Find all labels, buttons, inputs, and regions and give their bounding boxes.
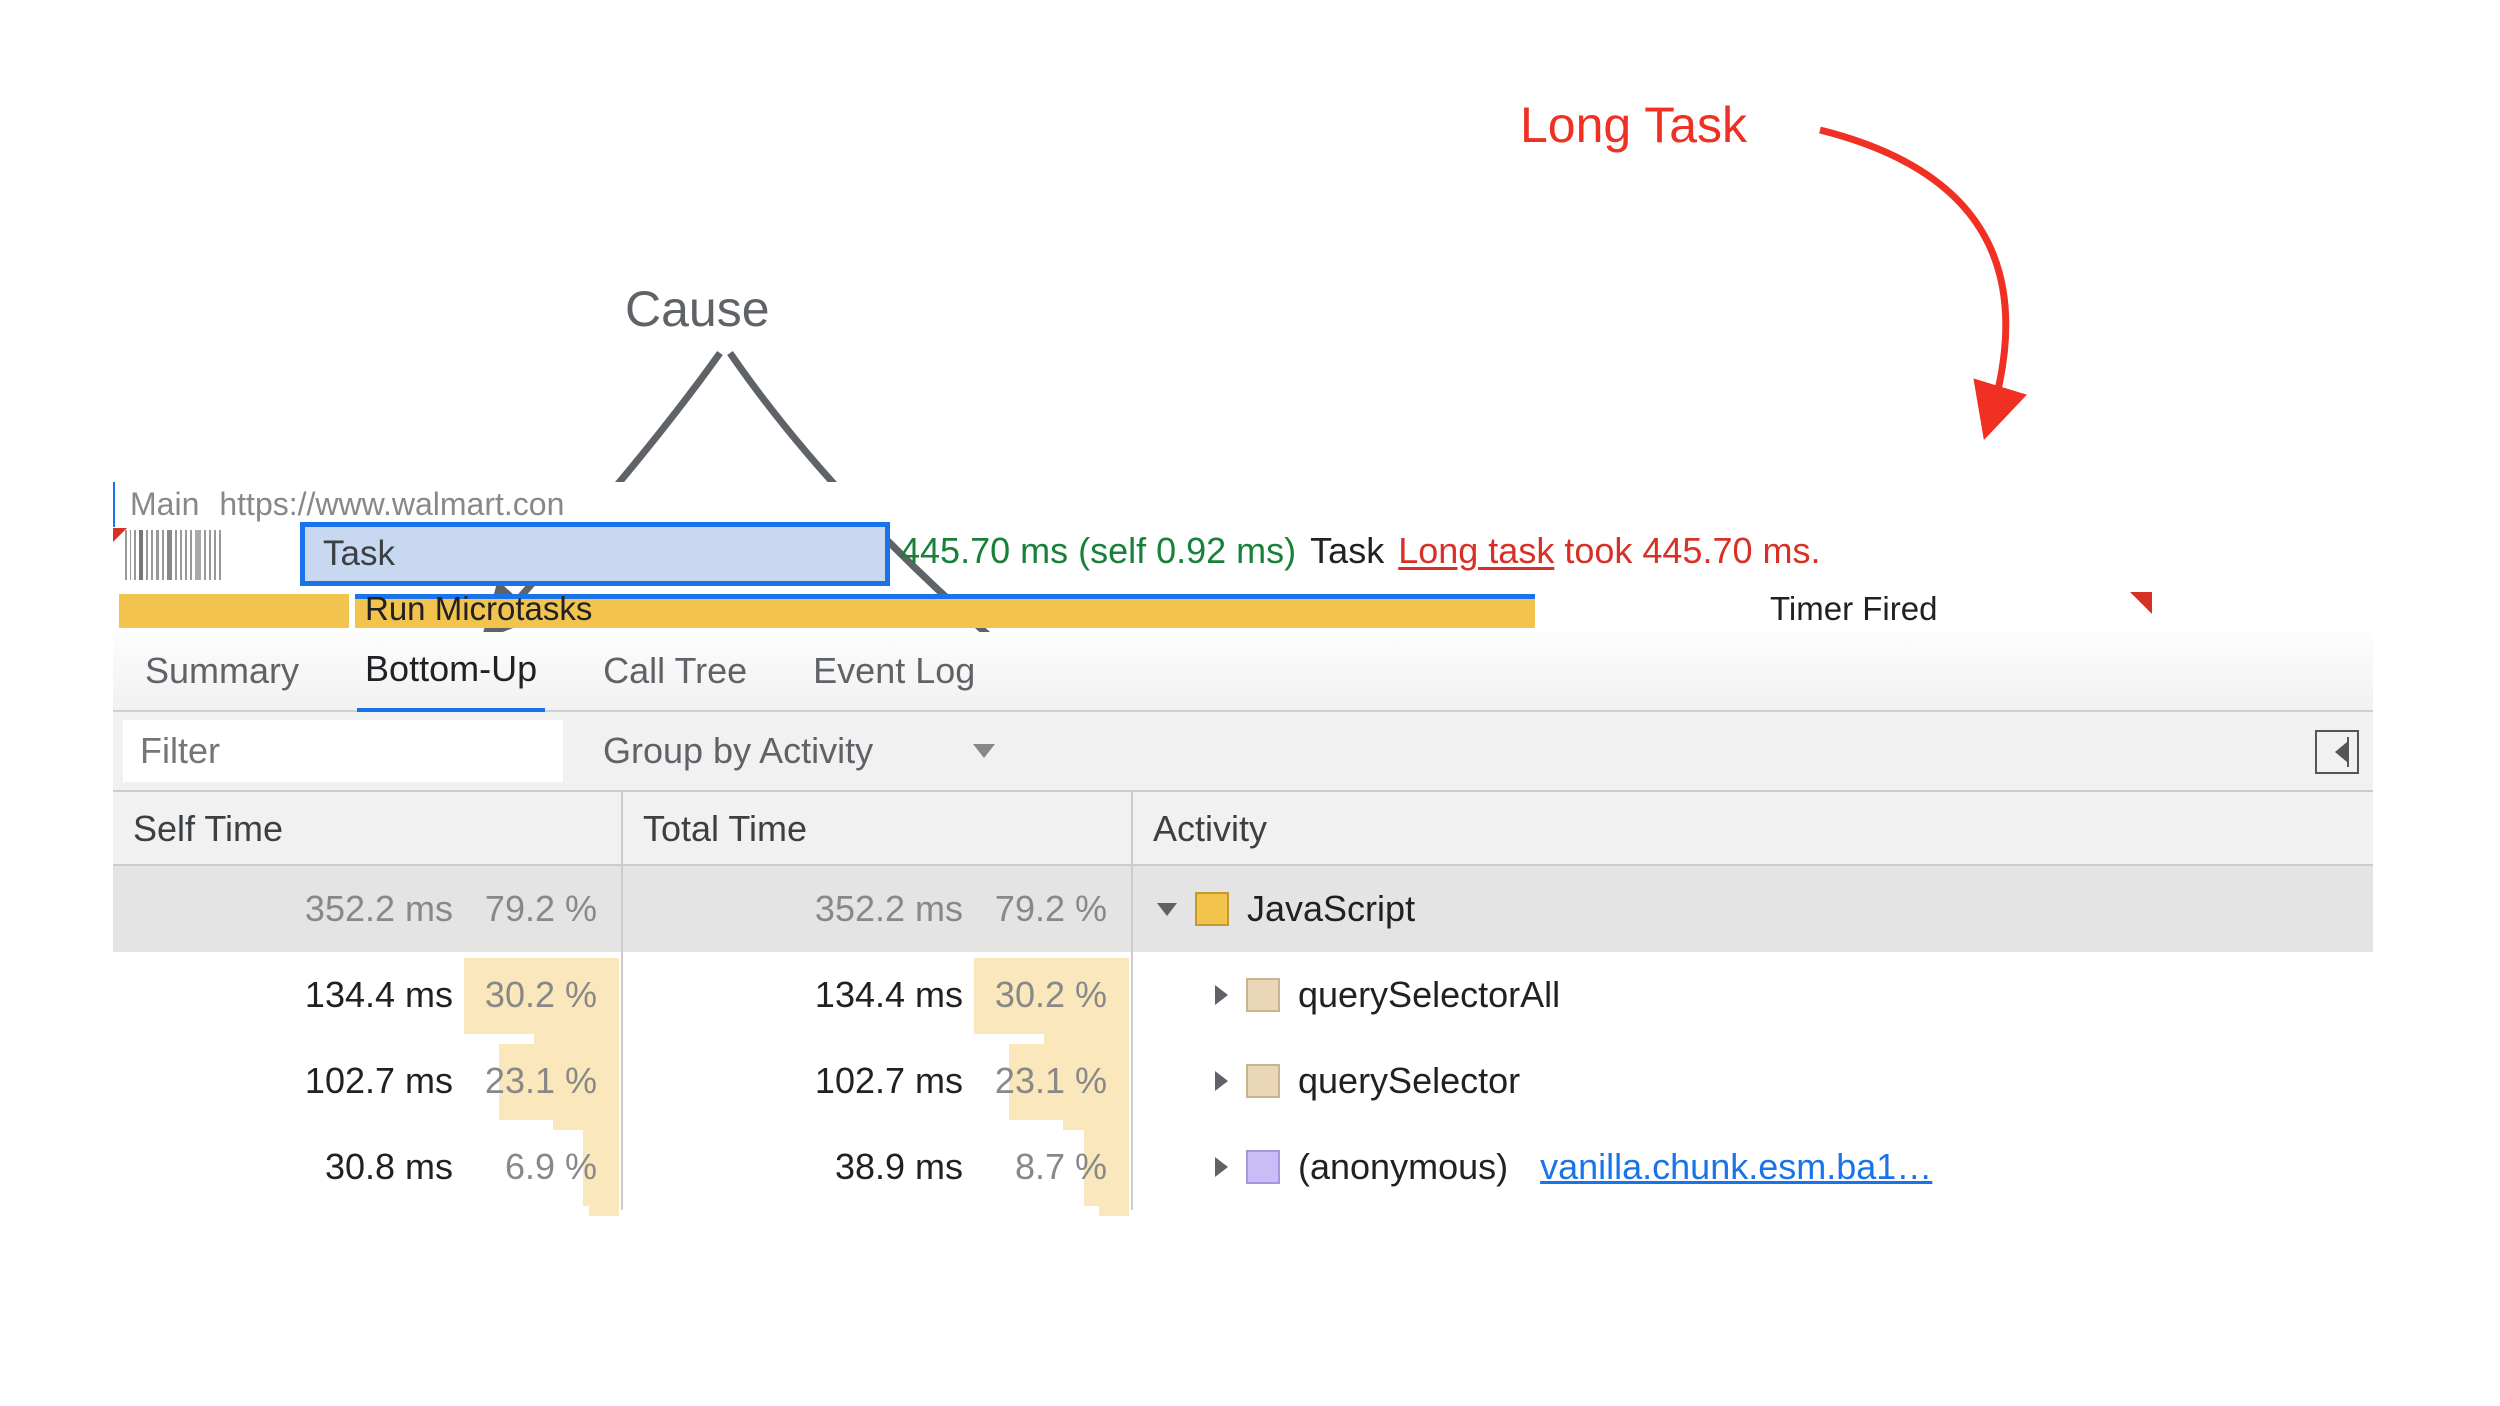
long-task-link[interactable]: Long task	[1398, 530, 1554, 571]
chevron-down-icon	[973, 744, 995, 758]
filter-toolbar: Group by Activity	[113, 712, 2373, 792]
annotation-long-task-label: Long Task	[1520, 96, 1747, 154]
task-tooltip: 445.70 ms (self 0.92 ms) Task Long task …	[900, 530, 1820, 572]
disclosure-right-icon[interactable]	[1215, 985, 1228, 1005]
main-track-label: Main	[130, 486, 199, 523]
total-time-value: 38.9 ms	[835, 1146, 971, 1188]
self-time-value: 134.4 ms	[305, 974, 461, 1016]
task-bar-label: Task	[323, 534, 395, 574]
disclosure-down-icon[interactable]	[1157, 903, 1177, 916]
total-time-value: 102.7 ms	[815, 1060, 971, 1102]
total-time-pct: 30.2 %	[971, 974, 1131, 1016]
self-time-pct: 30.2 %	[461, 974, 621, 1016]
timer-fired-label: Timer Fired	[1770, 590, 1937, 628]
annotation-cause-label: Cause	[625, 280, 770, 338]
self-time-value: 102.7 ms	[305, 1060, 461, 1102]
activity-name: JavaScript	[1247, 888, 1415, 930]
activity-name: querySelectorAll	[1298, 974, 1560, 1016]
column-header-activity[interactable]: Activity	[1133, 792, 2373, 864]
table-row[interactable]: 134.4 ms30.2 %134.4 ms30.2 %querySelecto…	[113, 952, 2373, 1038]
tab-bottom-up[interactable]: Bottom-Up	[357, 630, 545, 713]
microtasks-label: Run Microtasks	[365, 590, 592, 628]
disclosure-right-icon[interactable]	[1215, 1157, 1228, 1177]
self-time-value: 352.2 ms	[305, 888, 461, 930]
category-swatch-icon	[1246, 1150, 1280, 1184]
long-task-took-text: took 445.70 ms.	[1554, 530, 1820, 571]
activity-name: (anonymous)	[1298, 1146, 1508, 1188]
total-time-value: 352.2 ms	[815, 888, 971, 930]
long-task-marker-icon	[113, 528, 127, 542]
category-swatch-icon	[1246, 1064, 1280, 1098]
table-row[interactable]: 352.2 ms79.2 %352.2 ms79.2 %JavaScript	[113, 866, 2373, 952]
category-swatch-icon	[1195, 892, 1229, 926]
tab-call-tree[interactable]: Call Tree	[595, 632, 755, 710]
details-tabs: Summary Bottom-Up Call Tree Event Log	[113, 632, 2373, 712]
table-row[interactable]: 102.7 ms23.1 %102.7 ms23.1 %querySelecto…	[113, 1038, 2373, 1124]
total-time-pct: 23.1 %	[971, 1060, 1131, 1102]
filter-input[interactable]	[123, 720, 563, 782]
flamegraph-bar[interactable]	[119, 594, 349, 628]
self-time-value: 30.8 ms	[325, 1146, 461, 1188]
table-header: Self Time Total Time Activity	[113, 792, 2373, 866]
group-by-dropdown[interactable]: Group by Activity	[603, 730, 995, 772]
total-time-pct: 79.2 %	[971, 888, 1131, 930]
self-time-pct: 79.2 %	[461, 888, 621, 930]
bottom-up-table-body: 352.2 ms79.2 %352.2 ms79.2 %JavaScript13…	[113, 866, 2373, 1210]
task-duration: 445.70 ms (self 0.92 ms)	[900, 530, 1296, 572]
long-task-marker-icon	[2130, 592, 2152, 614]
flamegraph-track-header: Main https://www.walmart.con	[113, 482, 2373, 527]
self-time-pct: 23.1 %	[461, 1060, 621, 1102]
column-header-total-time[interactable]: Total Time	[623, 792, 1133, 864]
total-time-pct: 8.7 %	[971, 1146, 1131, 1188]
activity-name: querySelector	[1298, 1060, 1520, 1102]
activity-barcode	[125, 530, 295, 580]
self-time-pct: 6.9 %	[461, 1146, 621, 1188]
tab-event-log[interactable]: Event Log	[805, 632, 983, 710]
main-track-url: https://www.walmart.con	[219, 486, 564, 523]
column-header-self-time[interactable]: Self Time	[113, 792, 623, 864]
source-file-link[interactable]: vanilla.chunk.esm.ba1…	[1540, 1146, 1932, 1188]
task-word: Task	[1310, 530, 1384, 572]
table-row[interactable]: 30.8 ms6.9 % 38.9 ms8.7 % (anonymous) vanil…	[113, 1124, 2373, 1210]
category-swatch-icon	[1246, 978, 1280, 1012]
tab-summary[interactable]: Summary	[137, 632, 307, 710]
group-by-label: Group by Activity	[603, 730, 873, 772]
task-flamegraph-bar-selected[interactable]: Task	[300, 522, 890, 586]
total-time-value: 134.4 ms	[815, 974, 971, 1016]
collapse-pane-icon[interactable]	[2315, 730, 2359, 774]
disclosure-right-icon[interactable]	[1215, 1071, 1228, 1091]
arrow-long-task-icon	[1800, 110, 2100, 440]
